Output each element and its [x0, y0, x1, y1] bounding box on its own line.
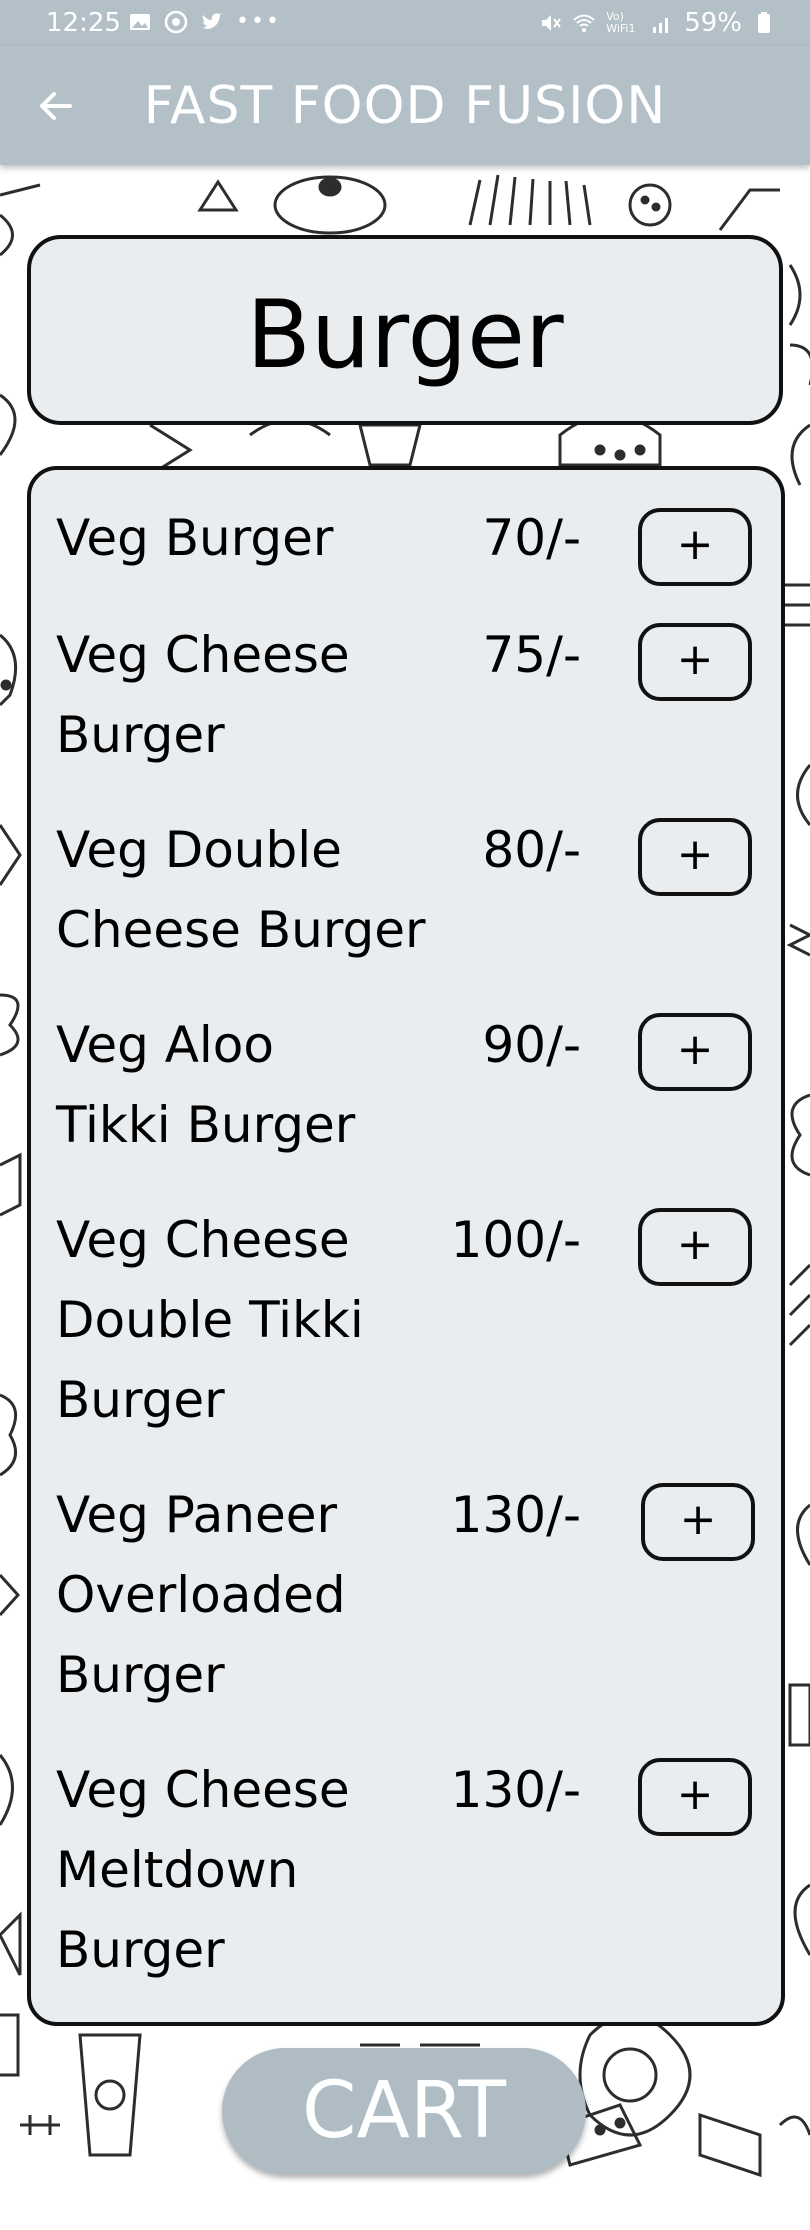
item-price: 130/- — [450, 1761, 581, 1819]
item-name: Veg Paneer Overloaded Burger — [56, 1486, 346, 1704]
item-name: Veg Double Cheese Burger — [56, 821, 426, 959]
status-left-icons: ••• — [128, 9, 281, 34]
gallery-icon — [130, 13, 150, 30]
add-to-cart-button[interactable]: + — [638, 1758, 752, 1836]
item-price: 75/- — [482, 626, 581, 684]
item-name: Veg Aloo Tikki Burger — [56, 1016, 356, 1154]
menu-list-card: Veg Burger 70/- + Veg Cheese Burger 75/-… — [27, 466, 785, 2026]
app-title: FAST FOOD FUSION — [143, 76, 667, 136]
menu-item: Veg Paneer Overloaded Burger 130/- + — [31, 1475, 781, 1715]
wifi-label: Vo) WiFi1 — [606, 10, 636, 35]
status-right-icons: Vo) WiFi1 59% — [538, 8, 776, 38]
item-price: 80/- — [482, 821, 581, 879]
item-price: 70/- — [482, 509, 581, 567]
menu-item: Veg Cheese Burger 75/- + — [31, 615, 781, 775]
menu-item: Veg Double Cheese Burger 80/- + — [31, 810, 781, 970]
menu-item: Veg Cheese Meltdown Burger 130/- + — [31, 1750, 781, 1990]
item-price: 130/- — [450, 1486, 581, 1544]
more-dots-icon: ••• — [236, 9, 281, 34]
app-bar: FAST FOOD FUSION — [0, 46, 810, 165]
item-name: Veg Cheese Double Tikki Burger — [56, 1211, 364, 1429]
add-to-cart-button[interactable]: + — [638, 623, 752, 701]
add-to-cart-button[interactable]: + — [638, 1013, 752, 1091]
item-price: 90/- — [482, 1016, 581, 1074]
twitter-icon — [202, 12, 222, 29]
cart-button[interactable]: CART — [222, 2048, 586, 2174]
status-bar: 12:25 ••• Vo) WiFi1 59% — [0, 0, 810, 46]
item-name: Veg Cheese Meltdown Burger — [56, 1761, 350, 1979]
add-to-cart-button[interactable]: + — [638, 1208, 752, 1286]
category-title: Burger — [246, 281, 564, 390]
add-to-cart-button[interactable]: + — [638, 508, 752, 586]
category-header-card: Burger — [27, 235, 783, 425]
menu-item: Veg Burger 70/- + — [31, 498, 781, 598]
item-name: Veg Burger — [56, 509, 334, 567]
wifi-icon — [573, 14, 595, 32]
add-to-cart-button[interactable]: + — [641, 1483, 755, 1561]
menu-item: Veg Aloo Tikki Burger 90/- + — [31, 1005, 781, 1165]
item-name: Veg Cheese Burger — [56, 626, 350, 764]
mute-icon — [542, 15, 562, 31]
whatsapp-icon — [164, 10, 188, 33]
battery-icon — [758, 12, 770, 33]
item-price: 100/- — [450, 1211, 581, 1269]
status-time: 12:25 — [46, 8, 121, 38]
menu-item: Veg Cheese Double Tikki Burger 100/- + — [31, 1200, 781, 1440]
add-to-cart-button[interactable]: + — [638, 818, 752, 896]
battery-percent: 59% — [684, 8, 742, 38]
signal-icon — [653, 18, 669, 33]
